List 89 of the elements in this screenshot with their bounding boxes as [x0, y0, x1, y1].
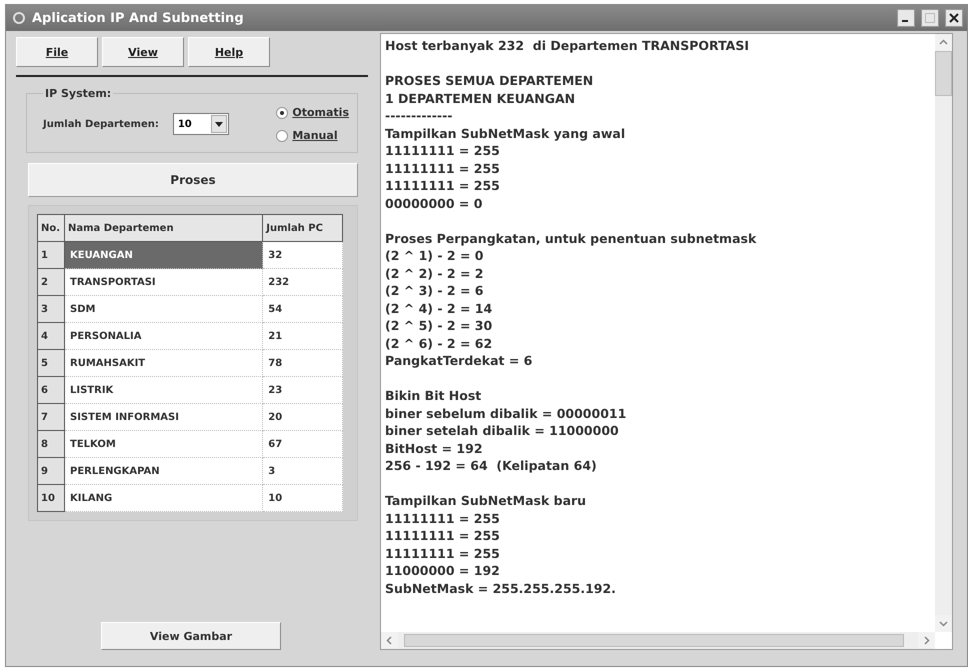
output-line: 11111111 = 255: [385, 527, 501, 544]
table-cell[interactable]: LISTRIK: [64, 376, 263, 404]
output-line: PROSES SEMUA DEPARTEMEN: [385, 72, 594, 90]
table-cell: 23: [262, 376, 342, 404]
department-count-dropdown[interactable]: 10: [172, 113, 229, 135]
table-cell[interactable]: SISTEM INFORMASI: [64, 404, 263, 430]
output-line: (2 ^ 1) - 2 = 0: [385, 247, 484, 264]
vertical-scrollbar[interactable]: [935, 34, 952, 632]
table-cell: 54: [262, 296, 342, 322]
output-line: 00000000 = 0: [385, 194, 484, 212]
table-cell: 232: [262, 268, 342, 296]
column-header: Nama Departemen: [64, 214, 263, 242]
output-line: (2 ^ 5) - 2 = 30: [385, 317, 494, 334]
group-title: IP System:: [44, 87, 112, 100]
output-line: (2 ^ 4) - 2 = 14: [385, 300, 494, 317]
field-label: Jumlah Departemen:: [43, 118, 159, 130]
output-line: 11000000 = 192: [385, 562, 501, 580]
view-image-button[interactable]: View Gambar: [101, 622, 281, 650]
table-cell: 32: [262, 242, 342, 268]
close-icon: [949, 13, 959, 23]
maximize-button[interactable]: [921, 9, 939, 27]
output-line: 256 - 192 = 64 (Kelipatan 64): [385, 457, 598, 474]
mode-radio[interactable]: Manual: [276, 129, 349, 142]
scroll-up-icon[interactable]: [939, 38, 948, 47]
table-cell: 21: [262, 322, 342, 350]
output-line: PangkatTerdekat = 6: [385, 352, 534, 370]
output-line: BitHost = 192: [385, 440, 484, 457]
output-line: Bikin Bit Host: [385, 387, 482, 404]
column-header: No.: [38, 214, 64, 242]
output-line: (2 ^ 6) - 2 = 62: [385, 334, 494, 352]
table-cell[interactable]: PERSONALIA: [64, 322, 263, 350]
table-cell[interactable]: PERLENGKAPAN: [64, 458, 263, 484]
minimize-button[interactable]: [897, 9, 915, 27]
table-cell: 67: [262, 430, 342, 458]
menu-button[interactable]: View: [102, 37, 184, 67]
row-number: 5: [38, 350, 64, 376]
row-number: 7: [38, 404, 64, 430]
output-line: 11111111 = 255: [385, 160, 501, 177]
row-number: 4: [38, 322, 64, 350]
row-number: 1: [38, 242, 64, 268]
output-line: 11111111 = 255: [385, 142, 501, 160]
row-number: 2: [38, 268, 64, 296]
output-line: 11111111 = 255: [385, 544, 501, 562]
menu-button[interactable]: Help: [188, 37, 270, 67]
table-cell: 3: [262, 458, 342, 484]
output-line: Tampilkan SubNetMask baru: [385, 492, 588, 510]
menu-button[interactable]: File: [16, 37, 98, 67]
radio-dot[interactable]: [276, 106, 288, 118]
table-cell: 10: [262, 484, 342, 512]
output-line: (2 ^ 3) - 2 = 6: [385, 282, 484, 300]
output-line: 1 DEPARTEMEN KEUANGAN: [385, 90, 576, 107]
radio-dot[interactable]: [276, 130, 288, 142]
scroll-thumb[interactable]: [404, 634, 904, 647]
output-line: 11111111 = 255: [385, 510, 501, 527]
scroll-left-icon[interactable]: [385, 636, 394, 645]
scroll-down-icon[interactable]: [939, 619, 948, 628]
row-number: 6: [38, 376, 64, 404]
app-icon: [12, 11, 26, 25]
table-cell[interactable]: SDM: [64, 296, 263, 322]
table-cell[interactable]: KILANG: [64, 484, 263, 512]
table-cell[interactable]: KEUANGAN: [64, 242, 263, 268]
caret-icon: [214, 122, 223, 126]
close-button[interactable]: [945, 9, 963, 27]
table-cell[interactable]: TELKOM: [64, 430, 263, 458]
table-cell[interactable]: RUMAHSAKIT: [64, 350, 263, 376]
output-line: Proses Perpangkatan, untuk penentuan subnetmask: [385, 230, 758, 247]
table-cell[interactable]: TRANSPORTASI: [64, 268, 263, 296]
output-line: biner sebelum dibalik = 00000011: [385, 404, 628, 422]
output-line: SubNetMask = 255.255.255.192.: [385, 580, 617, 597]
scroll-thumb[interactable]: [935, 51, 952, 96]
window-title: Aplication IP And Subnetting: [32, 10, 245, 26]
column-header: Jumlah PC: [262, 214, 342, 242]
scroll-right-icon[interactable]: [922, 636, 931, 645]
output-line: Host terbanyak 232 di Departemen TRANSPORTASI: [385, 37, 750, 54]
row-number: 9: [38, 458, 64, 484]
output-line: -------------: [385, 107, 454, 124]
maximize-icon: [925, 13, 935, 23]
row-number: 10: [38, 484, 64, 512]
row-number: 3: [38, 296, 64, 322]
mode-radio[interactable]: Otomatis: [276, 106, 349, 119]
process-button[interactable]: Proses: [28, 163, 358, 197]
table-cell: 78: [262, 350, 342, 376]
output-line: biner setelah dibalik = 11000000: [385, 422, 620, 440]
output-line: Tampilkan SubNetMask yang awal: [385, 124, 626, 142]
output-line: 11111111 = 255: [385, 177, 501, 194]
output-line: (2 ^ 2) - 2 = 2: [385, 264, 484, 282]
row-number: 8: [38, 430, 64, 458]
table-cell: 20: [262, 404, 342, 430]
horizontal-scrollbar[interactable]: [381, 632, 935, 649]
